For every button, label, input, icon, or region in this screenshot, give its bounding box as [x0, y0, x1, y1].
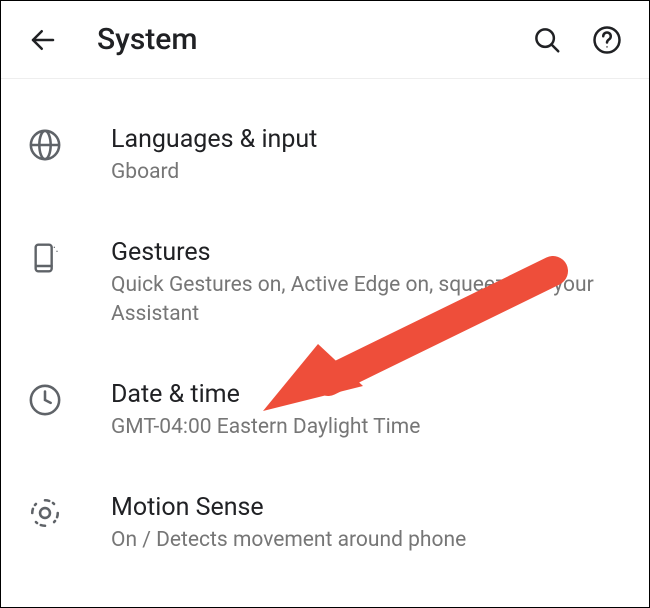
back-button[interactable] — [27, 24, 59, 56]
globe-icon — [28, 128, 62, 162]
search-icon — [532, 25, 562, 55]
settings-item-datetime[interactable]: Date & time GMT-04:00 Eastern Daylight T… — [1, 354, 649, 467]
item-title: Languages & input — [111, 125, 623, 154]
phone-gesture-icon — [29, 240, 61, 276]
settings-item-motion[interactable]: Motion Sense On / Detects movement aroun… — [1, 467, 649, 580]
item-title: Date & time — [111, 380, 623, 409]
page-title: System — [97, 22, 531, 57]
item-subtitle: GMT-04:00 Eastern Daylight Time — [111, 413, 623, 441]
item-subtitle: Gboard — [111, 158, 623, 186]
header-actions — [531, 24, 623, 56]
item-title: Gestures — [111, 238, 623, 267]
help-button[interactable] — [591, 24, 623, 56]
help-icon — [592, 25, 622, 55]
arrow-back-icon — [28, 25, 58, 55]
settings-item-languages[interactable]: Languages & input Gboard — [1, 99, 649, 212]
header: System — [1, 1, 649, 79]
item-title: Motion Sense — [111, 493, 623, 522]
clock-icon — [28, 383, 62, 417]
settings-item-gestures[interactable]: Gestures Quick Gestures on, Active Edge … — [1, 212, 649, 354]
item-subtitle: Quick Gestures on, Active Edge on, squee… — [111, 271, 623, 328]
motion-sense-icon — [28, 496, 62, 530]
search-button[interactable] — [531, 24, 563, 56]
settings-list: Languages & input Gboard Gestures Quick … — [1, 79, 649, 581]
item-subtitle: On / Detects movement around phone — [111, 526, 623, 554]
